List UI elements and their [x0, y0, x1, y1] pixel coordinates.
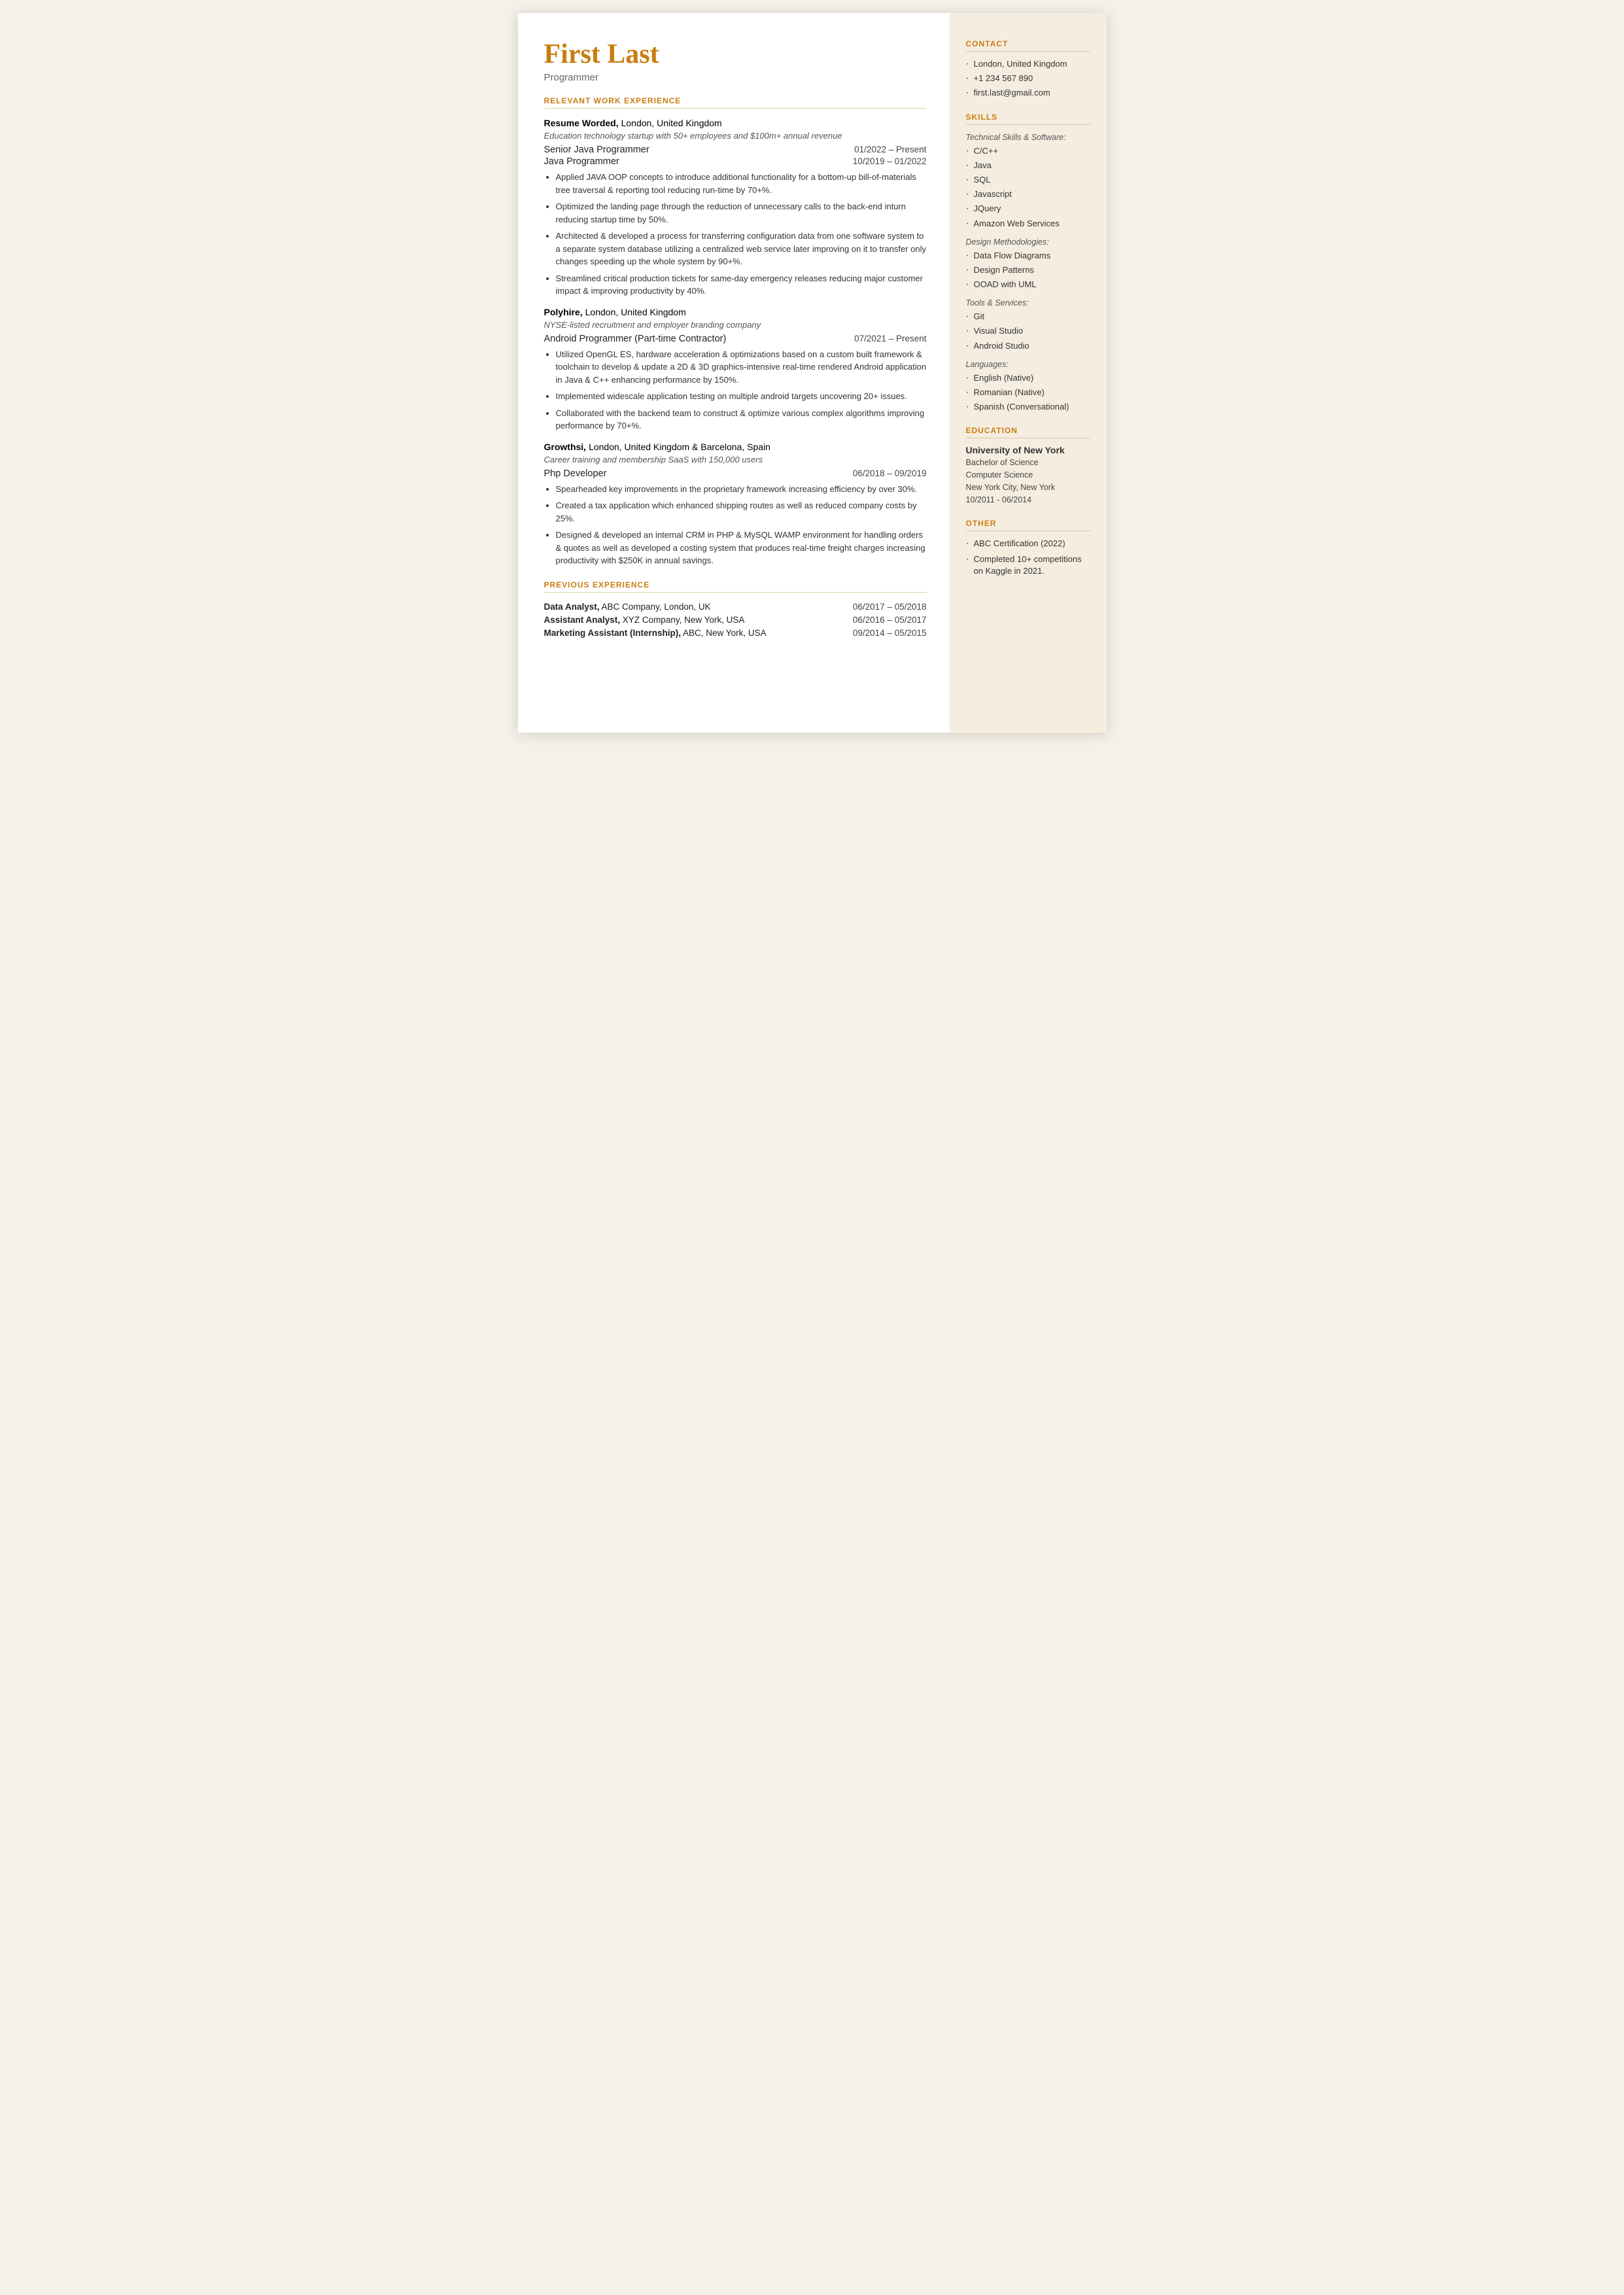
other-list: ABC Certification (2022) Completed 10+ c… [966, 538, 1090, 577]
other-item-2: Completed 10+ competitions on Kaggle in … [966, 553, 1090, 577]
company-name-3: Growthsi, [544, 442, 587, 452]
contact-item-address: London, United Kingdom [966, 58, 1090, 70]
edu-degree: Bachelor of Science [966, 458, 1039, 467]
skill-spanish: Spanish (Conversational) [966, 401, 1090, 413]
skill-english: English (Native) [966, 372, 1090, 384]
company-name-1: Resume Worded, [544, 118, 619, 128]
job-entry-3: Growthsi, London, United Kingdom & Barce… [544, 442, 927, 567]
company-location-2: London, United Kingdom [585, 307, 686, 317]
company-line-3: Growthsi, London, United Kingdom & Barce… [544, 442, 927, 453]
prev-exp-row-3: Marketing Assistant (Internship), ABC, N… [544, 628, 927, 638]
company-location-3: London, United Kingdom & Barcelona, Spai… [589, 442, 770, 452]
relevant-work-header: RELEVANT WORK EXPERIENCE [544, 96, 927, 109]
prev-exp-dates-3: 09/2014 – 05/2015 [853, 628, 927, 638]
skills-list-design: Data Flow Diagrams Design Patterns OOAD … [966, 250, 1090, 291]
skill-jquery: JQuery [966, 203, 1090, 215]
prev-exp-table: Data Analyst, ABC Company, London, UK 06… [544, 602, 927, 638]
skill-java: Java [966, 160, 1090, 171]
job-role-row-1a: Senior Java Programmer 01/2022 – Present [544, 145, 927, 155]
skill-romanian: Romanian (Native) [966, 387, 1090, 398]
prev-exp-row-2: Assistant Analyst, XYZ Company, New York… [544, 615, 927, 625]
skills-list-tools: Git Visual Studio Android Studio [966, 311, 1090, 352]
bullet-3-3: Designed & developed an internal CRM in … [556, 529, 927, 567]
job-dates-1a: 01/2022 – Present [854, 145, 926, 154]
job-title-1a: Senior Java Programmer [544, 145, 649, 155]
skill-ooad: OOAD with UML [966, 279, 1090, 290]
candidate-name: First Last [544, 39, 927, 69]
resume-container: First Last Programmer RELEVANT WORK EXPE… [518, 13, 1107, 733]
other-header: OTHER [966, 519, 1090, 531]
job-entry-1: Resume Worded, London, United Kingdom Ed… [544, 118, 927, 298]
edu-details: Bachelor of Science Computer Science New… [966, 457, 1090, 506]
skill-design-patterns: Design Patterns [966, 264, 1090, 276]
skill-sql: SQL [966, 174, 1090, 186]
contact-header: CONTACT [966, 39, 1090, 52]
bullet-3-2: Created a tax application which enhanced… [556, 499, 927, 525]
company-line-1: Resume Worded, London, United Kingdom [544, 118, 927, 130]
skill-vs: Visual Studio [966, 325, 1090, 337]
prev-exp-left-3: Marketing Assistant (Internship), ABC, N… [544, 628, 846, 638]
prev-exp-left-2: Assistant Analyst, XYZ Company, New York… [544, 615, 846, 625]
skills-header: SKILLS [966, 113, 1090, 125]
contact-list: London, United Kingdom +1 234 567 890 fi… [966, 58, 1090, 99]
prev-exp-dates-2: 06/2016 – 05/2017 [853, 615, 927, 625]
job-entry-2: Polyhire, London, United Kingdom NYSE-li… [544, 307, 927, 432]
prev-exp-dates-1: 06/2017 – 05/2018 [853, 602, 927, 612]
left-column: First Last Programmer RELEVANT WORK EXPE… [518, 13, 950, 733]
other-item-1: ABC Certification (2022) [966, 538, 1090, 550]
prev-exp-row-1: Data Analyst, ABC Company, London, UK 06… [544, 602, 927, 612]
job-title-1b: Java Programmer [544, 156, 619, 167]
candidate-title: Programmer [544, 72, 927, 83]
skill-dfd: Data Flow Diagrams [966, 250, 1090, 262]
bullet-1-1: Applied JAVA OOP concepts to introduce a… [556, 171, 927, 196]
skills-category-languages: Languages: [966, 360, 1090, 369]
previous-experience-header: PREVIOUS EXPERIENCE [544, 580, 927, 593]
skill-android-studio: Android Studio [966, 340, 1090, 352]
company-desc-1: Education technology startup with 50+ em… [544, 131, 927, 141]
job-dates-1b: 10/2019 – 01/2022 [853, 156, 927, 166]
bullets-3: Spearheaded key improvements in the prop… [556, 483, 927, 567]
job-role-row-1b: Java Programmer 10/2019 – 01/2022 [544, 156, 927, 167]
bullet-2-1: Utilized OpenGL ES, hardware acceleratio… [556, 348, 927, 387]
bullet-1-4: Streamlined critical production tickets … [556, 272, 927, 298]
edu-dates: 10/2011 - 06/2014 [966, 495, 1032, 504]
job-dates-3a: 06/2018 – 09/2019 [853, 468, 927, 478]
skill-aws: Amazon Web Services [966, 218, 1090, 230]
bullet-2-3: Collaborated with the backend team to co… [556, 407, 927, 432]
right-column: CONTACT London, United Kingdom +1 234 56… [950, 13, 1107, 733]
bullet-1-2: Optimized the landing page through the r… [556, 200, 927, 226]
skills-category-technical: Technical Skills & Software: [966, 133, 1090, 142]
company-desc-3: Career training and membership SaaS with… [544, 455, 927, 464]
bullets-1: Applied JAVA OOP concepts to introduce a… [556, 171, 927, 298]
skill-javascript: Javascript [966, 188, 1090, 200]
edu-school: University of New York [966, 445, 1090, 455]
skills-category-tools: Tools & Services: [966, 298, 1090, 307]
edu-field: Computer Science [966, 470, 1033, 480]
prev-exp-left-1: Data Analyst, ABC Company, London, UK [544, 602, 846, 612]
edu-location: New York City, New York [966, 483, 1056, 492]
skills-list-technical: C/C++ Java SQL Javascript JQuery Amazon … [966, 145, 1090, 230]
company-location-1: London, United Kingdom [621, 118, 722, 128]
company-line-2: Polyhire, London, United Kingdom [544, 307, 927, 319]
contact-item-email: first.last@gmail.com [966, 87, 1090, 99]
bullet-3-1: Spearheaded key improvements in the prop… [556, 483, 927, 496]
company-desc-2: NYSE-listed recruitment and employer bra… [544, 320, 927, 330]
bullet-1-3: Architected & developed a process for tr… [556, 230, 927, 268]
skill-cpp: C/C++ [966, 145, 1090, 157]
bullet-2-2: Implemented widescale application testin… [556, 390, 927, 403]
job-title-3a: Php Developer [544, 468, 607, 479]
skill-git: Git [966, 311, 1090, 323]
bullets-2: Utilized OpenGL ES, hardware acceleratio… [556, 348, 927, 432]
job-role-row-3a: Php Developer 06/2018 – 09/2019 [544, 468, 927, 479]
job-role-row-2a: Android Programmer (Part-time Contractor… [544, 334, 927, 344]
skills-list-languages: English (Native) Romanian (Native) Spani… [966, 372, 1090, 413]
contact-item-phone: +1 234 567 890 [966, 73, 1090, 84]
education-header: EDUCATION [966, 426, 1090, 438]
company-name-2: Polyhire, [544, 307, 583, 317]
job-dates-2a: 07/2021 – Present [854, 334, 926, 343]
skills-category-design: Design Methodologies: [966, 237, 1090, 247]
job-title-2a: Android Programmer (Part-time Contractor… [544, 334, 727, 344]
